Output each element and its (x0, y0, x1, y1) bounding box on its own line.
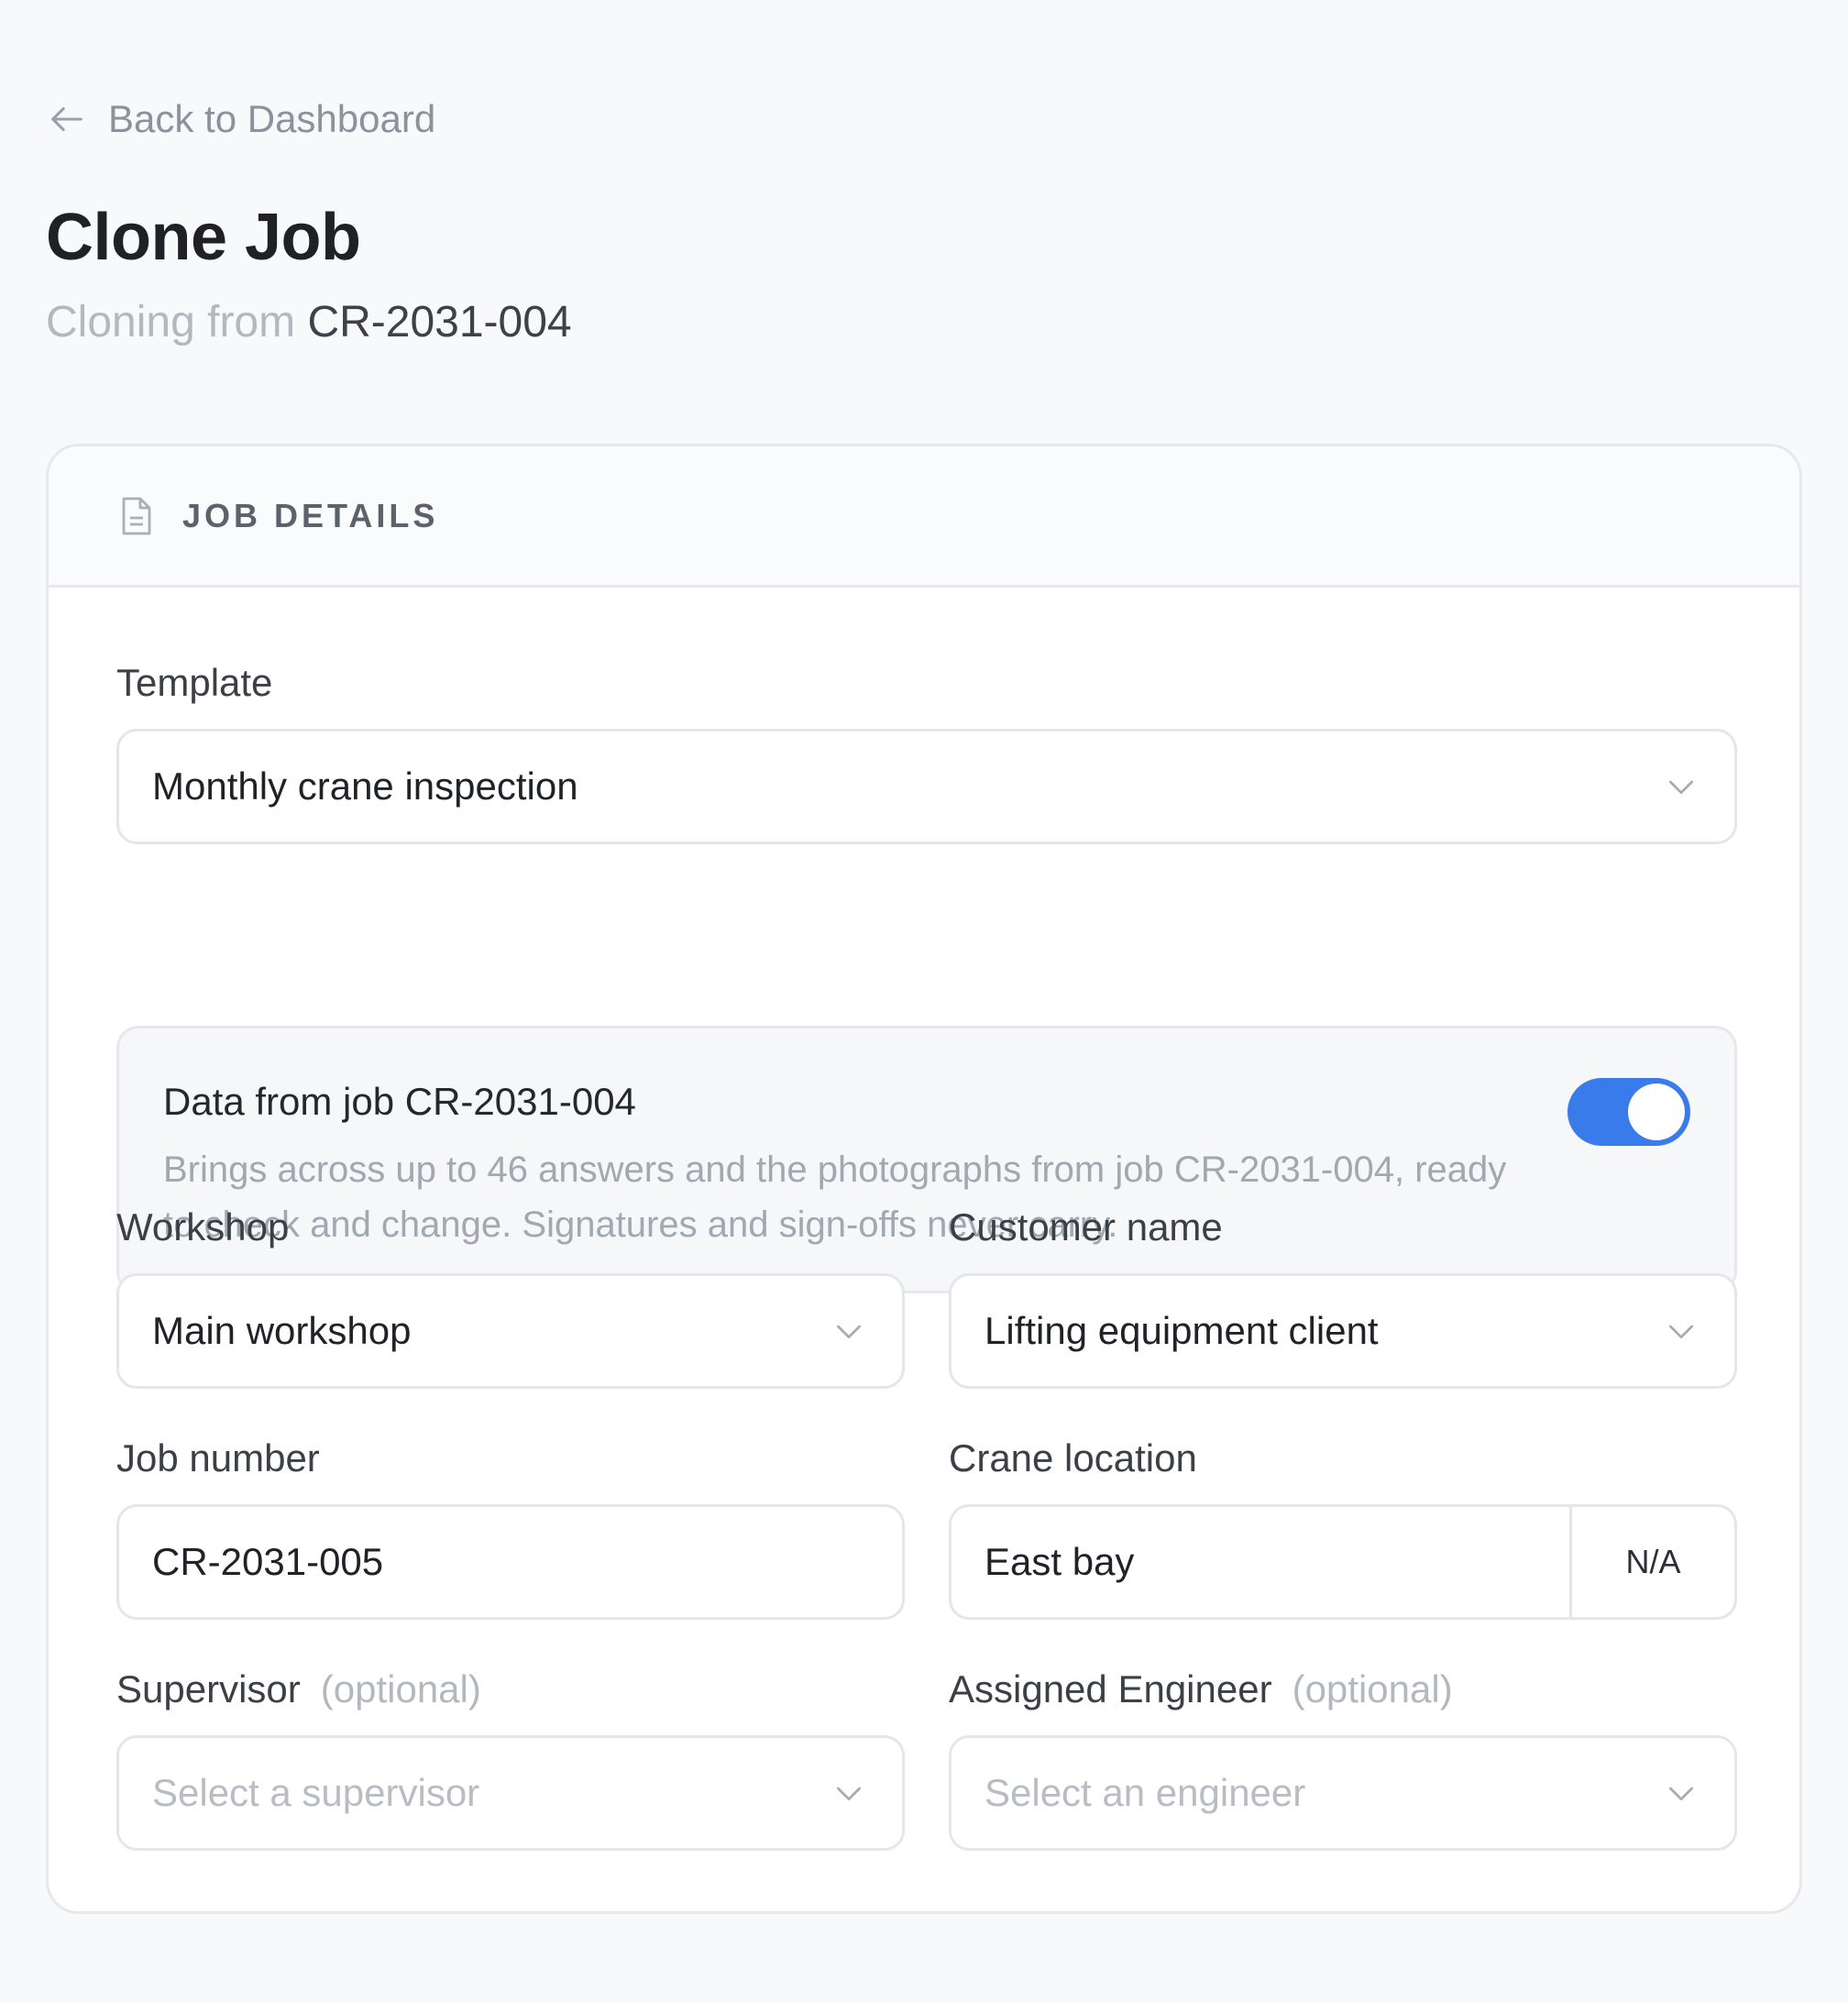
toggle-knob (1628, 1084, 1685, 1140)
crane-location-value: East bay (984, 1540, 1135, 1583)
supervisor-optional-hint: (optional) (320, 1667, 481, 1710)
card-header: JOB DETAILS (49, 446, 1799, 588)
supervisor-placeholder: Select a supervisor (152, 1771, 480, 1814)
customer-label: Customer name (949, 1205, 1223, 1248)
template-label: Template (116, 661, 273, 704)
back-to-dashboard-link[interactable]: Back to Dashboard (46, 97, 435, 141)
arrow-left-icon (51, 106, 82, 132)
engineer-placeholder: Select an engineer (984, 1771, 1306, 1814)
crane-location-input[interactable]: East bay (952, 1507, 1569, 1617)
page-title: Clone Job (46, 201, 361, 274)
supervisor-select[interactable]: Select a supervisor (116, 1735, 905, 1851)
chevron-down-icon (1669, 1325, 1693, 1338)
page-subtitle: Cloning from CR-2031-004 (46, 297, 572, 347)
clone-job-page: Back to Dashboard Clone Job Cloning from… (0, 0, 1848, 2002)
crane-location-field: East bay N/A (949, 1504, 1737, 1620)
engineer-select[interactable]: Select an engineer (949, 1735, 1737, 1851)
chevron-down-icon (1669, 1787, 1693, 1800)
workshop-label: Workshop (116, 1205, 290, 1248)
customer-select[interactable]: Lifting equipment client (949, 1273, 1737, 1389)
crane-location-label: Crane location (949, 1436, 1197, 1480)
document-icon (122, 497, 151, 534)
supervisor-label: Supervisor (optional) (116, 1667, 481, 1711)
job-number-label: Job number (116, 1436, 320, 1480)
carry-over-description: Brings across up to 46 answers and the p… (163, 1150, 1507, 1245)
engineer-optional-hint: (optional) (1292, 1667, 1453, 1710)
carry-over-panel: Data from job CR-2031-004 Brings across … (116, 1026, 1737, 1293)
workshop-select[interactable]: Main workshop (116, 1273, 905, 1389)
subtitle-prefix: Cloning from (46, 298, 296, 346)
back-link-label: Back to Dashboard (108, 97, 436, 140)
template-value: Monthly crane inspection (152, 764, 578, 808)
chevron-down-icon (1669, 780, 1693, 794)
section-title: JOB DETAILS (182, 496, 439, 534)
supervisor-label-text: Supervisor (116, 1667, 301, 1710)
customer-value: Lifting equipment client (984, 1309, 1379, 1352)
chevron-down-icon (837, 1787, 861, 1800)
engineer-label-text: Assigned Engineer (949, 1667, 1272, 1710)
workshop-value: Main workshop (152, 1309, 412, 1352)
carry-over-title: Data from job CR-2031-004 (163, 1080, 636, 1123)
template-select[interactable]: Monthly crane inspection (116, 729, 1737, 844)
job-number-value: CR-2031-005 (152, 1540, 384, 1583)
carry-over-toggle[interactable] (1568, 1078, 1690, 1146)
job-details-card: JOB DETAILS Template Monthly crane inspe… (46, 444, 1802, 1914)
job-number-input[interactable]: CR-2031-005 (116, 1504, 905, 1620)
chevron-down-icon (837, 1325, 861, 1338)
source-job-number: CR-2031-004 (307, 298, 572, 346)
engineer-label: Assigned Engineer (optional) (949, 1667, 1453, 1711)
crane-location-na-button[interactable]: N/A (1569, 1507, 1734, 1617)
